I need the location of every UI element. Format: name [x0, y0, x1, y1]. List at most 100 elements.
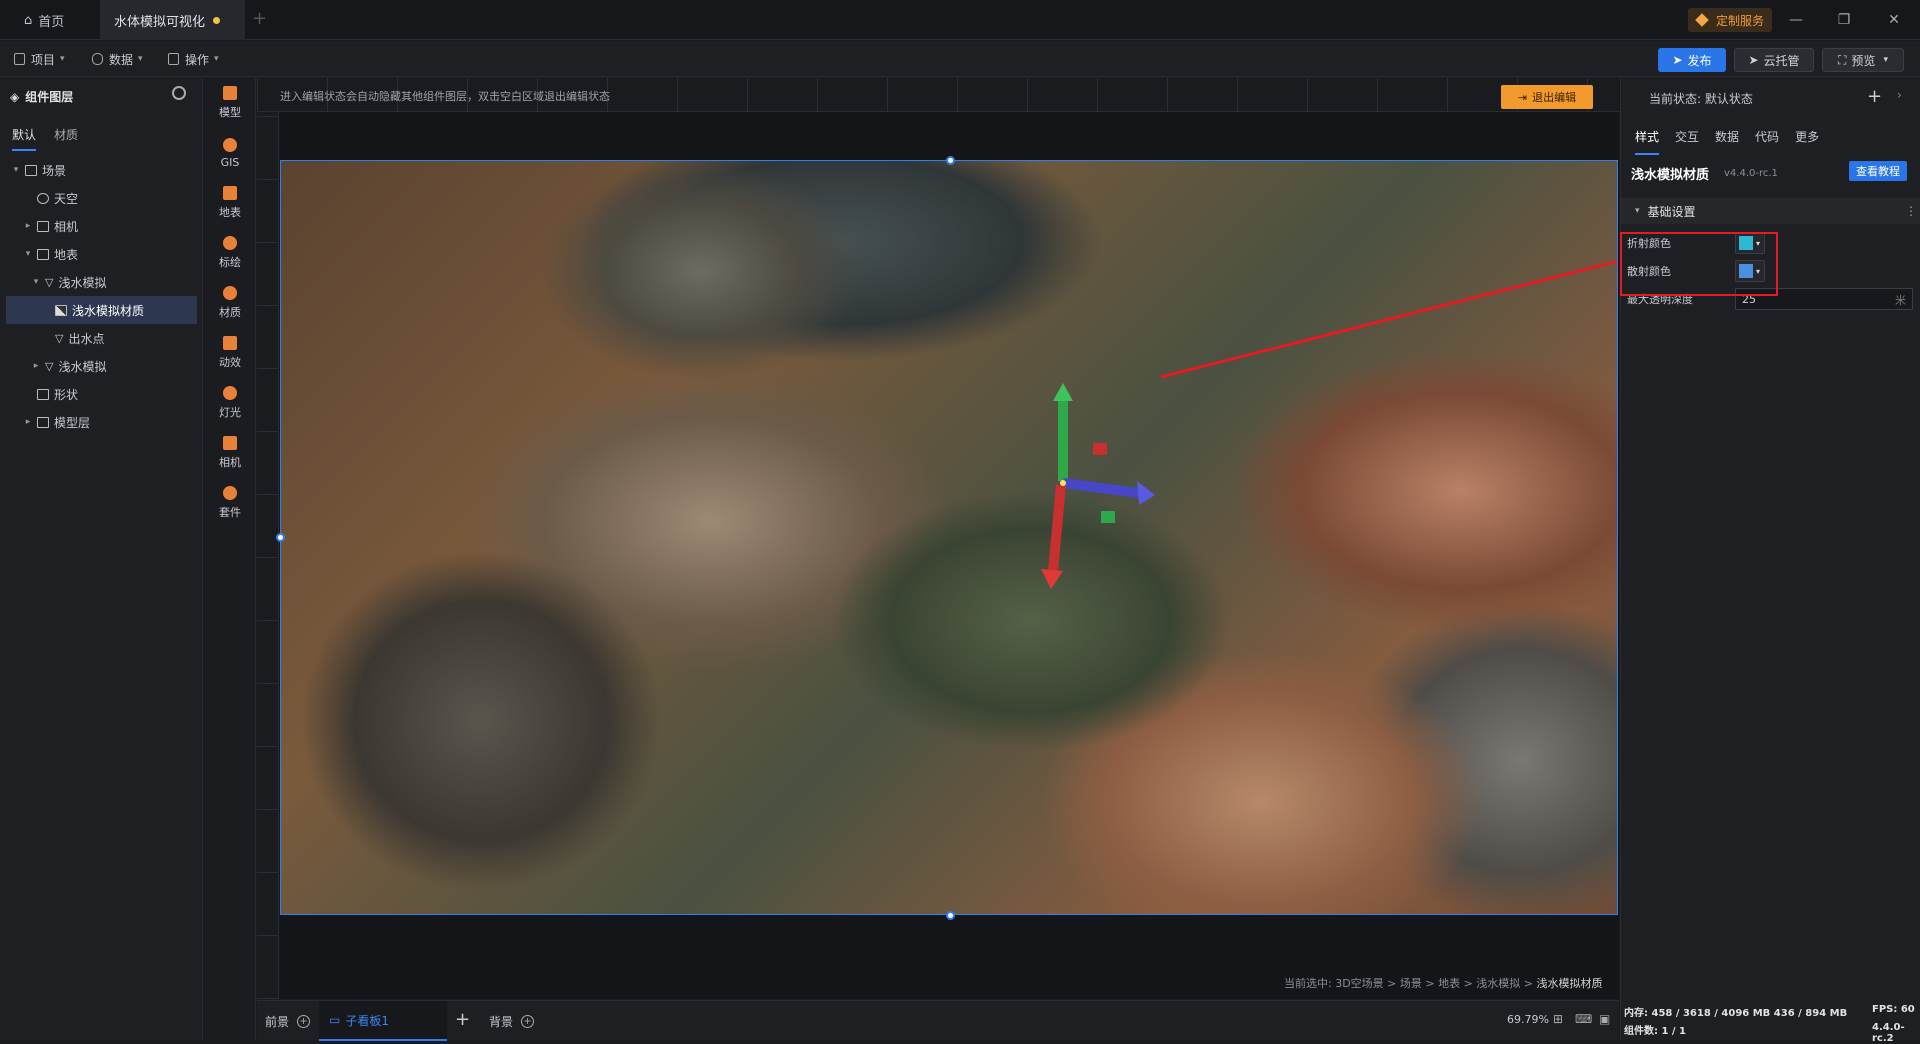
tool-kit[interactable]: 套件: [204, 478, 256, 528]
tab-background[interactable]: 背景 +: [489, 1011, 535, 1031]
component-count: 组件数: 1 / 1: [1624, 1026, 1687, 1037]
expand-icon[interactable]: ▸: [22, 221, 34, 231]
tab-home[interactable]: ⌂ 首页: [10, 0, 100, 40]
tree-node-sky[interactable]: 天空: [0, 184, 203, 212]
memory-usage: 内存: 458 / 3618 / 4096 MB 436 / 894 MB: [1624, 1008, 1848, 1019]
breadcrumb-path: 当前选中: 3D空场景 > 场景 > 地表 > 浅水模拟 >: [1284, 977, 1537, 990]
expand-icon[interactable]: ▾: [10, 165, 22, 175]
tab-more[interactable]: 更多: [1795, 128, 1819, 155]
gizmo-z-axis[interactable]: [1048, 484, 1066, 572]
gizmo-center[interactable]: [1060, 480, 1066, 486]
app-version: 4.4.0-rc.2: [1872, 1022, 1905, 1044]
tab-code[interactable]: 代码: [1755, 128, 1779, 155]
tab-foreground-label: 前景: [265, 1014, 290, 1029]
tab-data[interactable]: 数据: [1715, 128, 1739, 155]
tab-material[interactable]: 材质: [54, 126, 78, 151]
gizmo-plane-xy[interactable]: [1093, 443, 1107, 455]
custom-service-button[interactable]: 定制服务: [1688, 8, 1773, 32]
tree-node-model-layer[interactable]: ▸ 模型层: [0, 408, 203, 436]
menu-operate[interactable]: 操作 ▾: [168, 49, 219, 69]
grid-icon: [168, 53, 179, 65]
tutorial-button[interactable]: 查看教程: [1849, 161, 1907, 181]
expand-icon[interactable]: ▸: [30, 361, 42, 371]
tab-sub-panel[interactable]: ▭ 子看板1: [319, 1001, 447, 1041]
exit-edit-button[interactable]: ⇥ 退出编辑: [1501, 85, 1593, 109]
tree-node-shape[interactable]: 形状: [0, 380, 203, 408]
edit-hint: 进入编辑状态会自动隐藏其他组件图层，双击空白区域退出编辑状态: [280, 90, 610, 103]
expand-icon[interactable]: ▾: [22, 249, 34, 259]
tool-label: 套件: [219, 506, 241, 519]
zoom-level[interactable]: 69.79%: [1507, 1013, 1549, 1026]
tree-node-label: 形状: [54, 387, 79, 402]
gizmo-x-axis[interactable]: [1062, 478, 1140, 498]
tool-material[interactable]: 材质: [204, 278, 256, 328]
tool-label: 模型: [219, 106, 241, 119]
menu-project[interactable]: 项目 ▾: [14, 49, 65, 69]
section-basic-settings[interactable]: ▾ 基础设置: [1621, 198, 1920, 224]
gizmo-x-arrow[interactable]: [1137, 481, 1155, 505]
current-state[interactable]: 当前状态: 默认状态: [1649, 90, 1753, 107]
tree-node-shallow-water-2[interactable]: ▸ ▽ 浅水模拟: [0, 352, 203, 380]
resize-handle-left[interactable]: [276, 533, 285, 542]
gizmo-y-arrow[interactable]: [1053, 383, 1073, 401]
chevron-down-icon: ▾: [60, 54, 65, 64]
fit-screen-icon[interactable]: ⊞: [1553, 1012, 1563, 1026]
resize-handle-top[interactable]: [946, 156, 955, 165]
terminal-icon[interactable]: ▣: [1599, 1012, 1610, 1026]
resize-handle-bottom[interactable]: [946, 911, 955, 920]
more-vertical-icon[interactable]: ⋮: [1905, 204, 1917, 218]
tab-document-label: 水体模拟可视化: [114, 14, 206, 30]
tab-style[interactable]: 样式: [1635, 128, 1660, 155]
menu-data[interactable]: 数据 ▾: [92, 49, 143, 69]
tab-document[interactable]: 水体模拟可视化: [100, 0, 245, 40]
tool-terrain[interactable]: 地表: [204, 178, 256, 228]
new-tab-icon[interactable]: +: [252, 8, 267, 29]
tree-node-shallow-water-material[interactable]: 浅水模拟材质: [6, 296, 197, 324]
keyboard-icon[interactable]: ⌨: [1575, 1012, 1592, 1026]
scene-icon: [25, 164, 37, 176]
tree-node-terrain[interactable]: ▾ 地表: [0, 240, 203, 268]
gizmo-plane-xz[interactable]: [1101, 511, 1115, 523]
add-state-icon[interactable]: +: [1867, 86, 1882, 107]
gizmo-z-arrow[interactable]: [1041, 569, 1063, 589]
tool-plot[interactable]: 标绘: [204, 228, 256, 278]
add-background-icon[interactable]: +: [521, 1014, 535, 1028]
cloud-host-button[interactable]: ➤ 云托管: [1734, 48, 1814, 72]
expand-icon[interactable]: ▸: [22, 417, 34, 427]
bottom-bar: 前景 + ▭ 子看板1 + 背景 + 69.79% ⊞ ⌨ ▣: [257, 1000, 1619, 1041]
tab-default[interactable]: 默认: [12, 126, 37, 151]
tool-light[interactable]: 灯光: [204, 378, 256, 428]
tree-node-scene[interactable]: ▾ 场景: [0, 156, 203, 184]
restore-icon[interactable]: ❐: [1834, 10, 1854, 30]
close-icon[interactable]: ✕: [1884, 10, 1904, 30]
tree-node-camera[interactable]: ▸ 相机: [0, 212, 203, 240]
chevron-right-icon[interactable]: ›: [1897, 88, 1902, 102]
tree-node-shallow-water[interactable]: ▾ ▽ 浅水模拟: [0, 268, 203, 296]
menu-bar: 项目 ▾ 数据 ▾ 操作 ▾ ➤ 发布 ➤ 云托管 ⛶ 预览 ▾: [0, 41, 1920, 77]
tool-label: 地表: [219, 206, 241, 219]
send-icon: ➤: [1672, 53, 1683, 67]
minimize-icon[interactable]: —: [1786, 10, 1806, 30]
tree-node-outlet[interactable]: ▽ 出水点: [0, 324, 203, 352]
tab-interaction[interactable]: 交互: [1675, 128, 1699, 155]
document-icon: [14, 53, 25, 65]
menu-operate-label: 操作: [185, 52, 210, 67]
component-title: 浅水模拟材质: [1631, 168, 1710, 183]
add-panel-icon[interactable]: +: [455, 1009, 470, 1030]
search-icon[interactable]: [172, 86, 186, 100]
add-foreground-icon[interactable]: +: [297, 1014, 311, 1028]
fullscreen-icon: ⛶: [1838, 52, 1847, 67]
expand-icon[interactable]: ▾: [30, 277, 42, 287]
tool-effect[interactable]: 动效: [204, 328, 256, 378]
tool-camera[interactable]: 相机: [204, 428, 256, 478]
tree-node-label: 场景: [42, 163, 67, 178]
publish-button[interactable]: ➤ 发布: [1658, 48, 1726, 72]
preview-button[interactable]: ⛶ 预览 ▾: [1822, 48, 1904, 72]
terrain-icon: [223, 186, 237, 200]
transform-gizmo[interactable]: [1041, 383, 1155, 589]
tab-foreground[interactable]: 前景 +: [265, 1011, 311, 1031]
scene-viewport[interactable]: [280, 160, 1618, 915]
tool-model[interactable]: 模型: [204, 78, 256, 128]
star-icon: [223, 336, 237, 350]
tool-gis[interactable]: GIS: [204, 128, 256, 178]
